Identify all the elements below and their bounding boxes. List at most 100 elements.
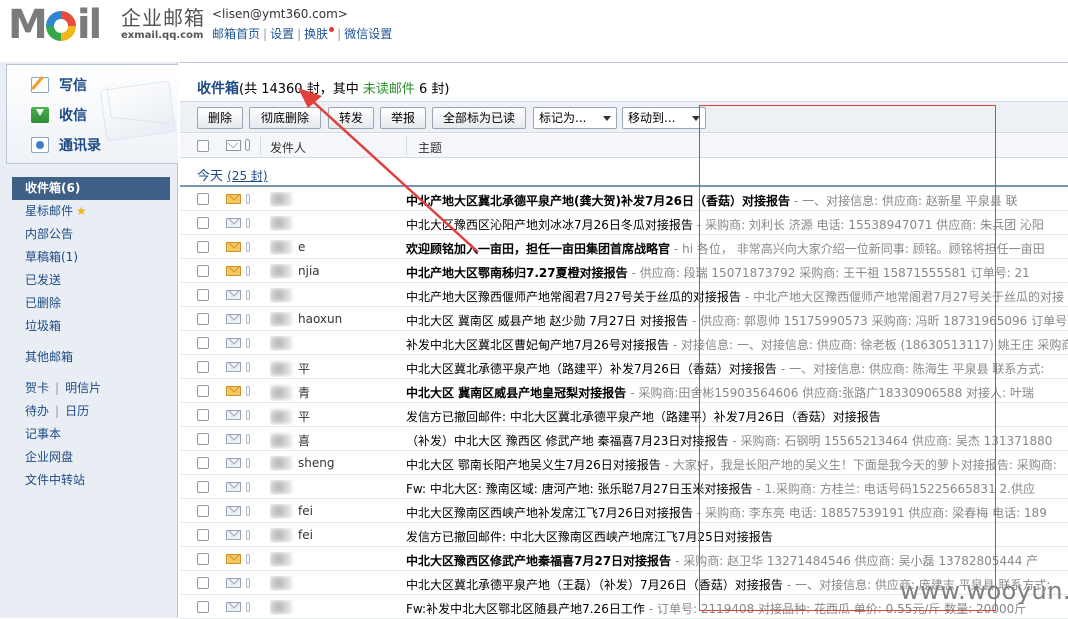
mail-row[interactable]: fei 中北大区豫南区西峡产地补发席江飞7月26日对接报告 - 采购商: 李东亮 电… (180, 499, 1068, 523)
sender-name[interactable] (270, 552, 402, 567)
select-all-checkbox[interactable] (197, 140, 209, 152)
sender-name[interactable]: fei (270, 528, 402, 543)
mail-row[interactable]: 青 中北大区 冀南区威县产地皇冠梨对接报告 - 采购商:田舍彬15903564606… (180, 379, 1068, 403)
mail-row[interactable]: 中北大区豫西区修武产地秦福喜7月27日对接报告 - 采购商: 赵卫华 132714… (180, 547, 1068, 571)
row-checkbox[interactable] (197, 361, 209, 373)
mail-row[interactable]: 中北大区豫西区沁阳产地刘冰冰7月26日冬瓜对接报告 - 采购商: 刘利长 济源 电… (180, 211, 1068, 235)
mail-row[interactable]: Fw: 中北大区: 豫南区域: 唐河产地: 张乐聪7月27日玉米对接报告 - 1.… (180, 475, 1068, 499)
subject-cell[interactable]: 中北大区 冀南区威县产地皇冠梨对接报告 - 采购商:田舍彬15903564606 … (406, 384, 1068, 401)
sender-name[interactable]: e (270, 240, 402, 255)
folder-inbox[interactable]: 收件箱(6) (12, 177, 170, 200)
sender-name[interactable] (270, 480, 402, 495)
sender-name[interactable]: sheng (270, 456, 402, 471)
wechat-settings-link[interactable]: 微信设置 (344, 27, 392, 41)
settings-link[interactable]: 设置 (270, 27, 294, 41)
group-count-link[interactable]: (25 封) (227, 169, 267, 183)
receive-mail-button[interactable]: 收信 (31, 105, 87, 125)
sender-name[interactable] (270, 600, 402, 615)
sender-name[interactable]: njia (270, 264, 402, 279)
sender-name[interactable]: 青 (270, 384, 402, 401)
mail-row[interactable]: e 欢迎顾铭加入一亩田，担任一亩田集团首席战略官 - hi 各位， 非常高兴向大家介… (180, 235, 1068, 259)
row-checkbox[interactable] (197, 217, 209, 229)
row-checkbox[interactable] (197, 337, 209, 349)
sender-name[interactable] (270, 576, 402, 591)
skin-link[interactable]: 换肤 (304, 27, 328, 41)
mail-row[interactable]: 中北产地大区冀北承德平泉产地(龚大贺)补发7月26日（香菇）对接报告 - 一、对接… (180, 187, 1068, 211)
folder-sent[interactable]: 已发送 (12, 269, 178, 292)
calendar-link[interactable]: 日历 (65, 404, 89, 418)
mail-row[interactable]: 中北产地大区豫西偃师产地常阁君7月27号关于丝瓜的对接报告 - 中北产地大区豫西偃… (180, 283, 1068, 307)
sender-name[interactable]: 平 (270, 408, 402, 425)
subject-cell[interactable]: 发信方已撤回邮件: 中北大区豫南区西峡产地席江飞7月25日对接报告 (406, 528, 1068, 545)
delete-forever-button[interactable]: 彻底删除 (249, 107, 321, 129)
folder-other-mailboxes[interactable]: 其他邮箱 (12, 346, 178, 369)
folder-drafts[interactable]: 草稿箱(1) (12, 246, 178, 269)
mail-row[interactable]: 平 中北大区冀北承德平泉产地（路建平）补发7月26日（香菇）对接报告 - 一、对接信… (180, 355, 1068, 379)
sender-name[interactable] (270, 288, 402, 303)
row-checkbox[interactable] (197, 577, 209, 589)
folder-starred[interactable]: 星标邮件 ★ (12, 200, 178, 223)
subject-cell[interactable]: Fw: 中北大区: 豫南区域: 唐河产地: 张乐聪7月27日玉米对接报告 - 1.… (406, 480, 1068, 497)
report-button[interactable]: 举报 (380, 107, 426, 129)
delete-button[interactable]: 删除 (197, 107, 243, 129)
subject-cell[interactable]: 中北大区豫南区西峡产地补发席江飞7月26日对接报告 - 采购商: 李东亮 电话: … (406, 504, 1068, 521)
qq-mail-logo[interactable]: M il (8, 5, 102, 45)
row-checkbox[interactable] (197, 553, 209, 565)
subject-cell[interactable]: 中北大区豫西区修武产地秦福喜7月27日对接报告 - 采购商: 赵卫华 132714… (406, 552, 1068, 569)
row-checkbox[interactable] (197, 505, 209, 517)
subject-column-header[interactable]: 主题 (418, 139, 442, 156)
subject-cell[interactable]: 中北大区冀北承德平泉产地（路建平）补发7月26日（香菇）对接报告 - 一、对接信息… (406, 360, 1068, 377)
mark-all-read-button[interactable]: 全部标为已读 (432, 107, 526, 129)
row-checkbox[interactable] (197, 265, 209, 277)
subject-cell[interactable]: 中北大区 鄂南长阳产地吴义生7月26日对接报告 - 大家好，我是长阳产地的吴义生！… (406, 456, 1068, 473)
unread-mail-link[interactable]: 未读邮件 (363, 82, 415, 97)
mail-row[interactable]: sheng 中北大区 鄂南长阳产地吴义生7月26日对接报告 - 大家好，我是长阳产地… (180, 451, 1068, 475)
subject-cell[interactable]: 中北大区豫西区沁阳产地刘冰冰7月26日冬瓜对接报告 - 采购商: 刘利长 济源 电… (406, 216, 1068, 233)
todo-link[interactable]: 待办 (25, 404, 49, 418)
subject-cell[interactable]: 中北大区 冀南区 威县产地 赵少勋 7月27日 对接报告 - 供应商: 郭恩帅 1… (406, 312, 1068, 329)
row-checkbox[interactable] (197, 601, 209, 613)
mail-row[interactable]: fei 发信方已撤回邮件: 中北大区豫南区西峡产地席江飞7月25日对接报告 (180, 523, 1068, 547)
row-checkbox[interactable] (197, 409, 209, 421)
sender-name[interactable] (270, 192, 402, 207)
netdisk-link[interactable]: 企业网盘 (12, 446, 178, 469)
sender-column-header[interactable]: 发件人 (270, 139, 306, 156)
row-checkbox[interactable] (197, 313, 209, 325)
subject-cell[interactable]: 欢迎顾铭加入一亩田，担任一亩田集团首席战略官 - hi 各位， 非常高兴向大家介绍… (406, 240, 1068, 257)
file-transfer-link[interactable]: 文件中转站 (12, 469, 178, 492)
row-checkbox[interactable] (197, 529, 209, 541)
row-checkbox[interactable] (197, 385, 209, 397)
row-checkbox[interactable] (197, 433, 209, 445)
forward-button[interactable]: 转发 (328, 107, 374, 129)
mail-row[interactable]: haoxun 中北大区 冀南区 威县产地 赵少勋 7月27日 对接报告 - 供应商:… (180, 307, 1068, 331)
mail-status-column-icon[interactable] (226, 140, 241, 151)
row-checkbox[interactable] (197, 193, 209, 205)
contacts-button[interactable]: 通讯录 (31, 135, 101, 155)
notepad-link[interactable]: 记事本 (12, 423, 178, 446)
postcard-link[interactable]: 明信片 (65, 381, 101, 395)
mail-row[interactable]: 平 发信方已撤回邮件: 中北大区冀北承德平泉产地（路建平）补发7月26日（香菇）对… (180, 403, 1068, 427)
sender-name[interactable]: 平 (270, 360, 402, 377)
greeting-card-link[interactable]: 贺卡 (25, 381, 49, 395)
row-checkbox[interactable] (197, 241, 209, 253)
subject-cell[interactable]: （补发）中北大区 豫西区 修武产地 秦福喜7月23日对接报告 - 采购商: 石钢明… (406, 432, 1068, 449)
mail-row[interactable]: njia 中北产地大区鄂南秭归7.27夏橙对接报告 - 供应商: 段瑞 150718… (180, 259, 1068, 283)
mailbox-home-link[interactable]: 邮箱首页 (212, 27, 260, 41)
folder-announcements[interactable]: 内部公告 (12, 223, 178, 246)
folder-deleted[interactable]: 已删除 (12, 292, 178, 315)
subject-cell[interactable]: 发信方已撤回邮件: 中北大区冀北承德平泉产地（路建平）补发7月26日（香菇）对接… (406, 408, 1068, 425)
row-checkbox[interactable] (197, 481, 209, 493)
subject-cell[interactable]: 中北产地大区豫西偃师产地常阁君7月27号关于丝瓜的对接报告 - 中北产地大区豫西偃… (406, 288, 1068, 305)
mail-row[interactable]: 喜 （补发）中北大区 豫西区 修武产地 秦福喜7月23日对接报告 - 采购商: 石钢… (180, 427, 1068, 451)
sender-name[interactable] (270, 216, 402, 231)
mark-as-dropdown[interactable]: 标记为... (533, 107, 617, 129)
subject-cell[interactable]: 中北产地大区鄂南秭归7.27夏橙对接报告 - 供应商: 段瑞 1507187379… (406, 264, 1068, 281)
row-checkbox[interactable] (197, 289, 209, 301)
row-checkbox[interactable] (197, 457, 209, 469)
move-to-dropdown[interactable]: 移动到... (622, 107, 706, 129)
sender-name[interactable]: fei (270, 504, 402, 519)
folder-spam[interactable]: 垃圾箱 (12, 315, 178, 338)
attachment-column-icon[interactable] (245, 139, 250, 151)
mail-row[interactable]: 补发中北大区冀北区曹妃甸产地7月26号对接报告 - 对接信息: 一、对接信息: 供… (180, 331, 1068, 355)
write-mail-button[interactable]: 写信 (31, 75, 87, 95)
